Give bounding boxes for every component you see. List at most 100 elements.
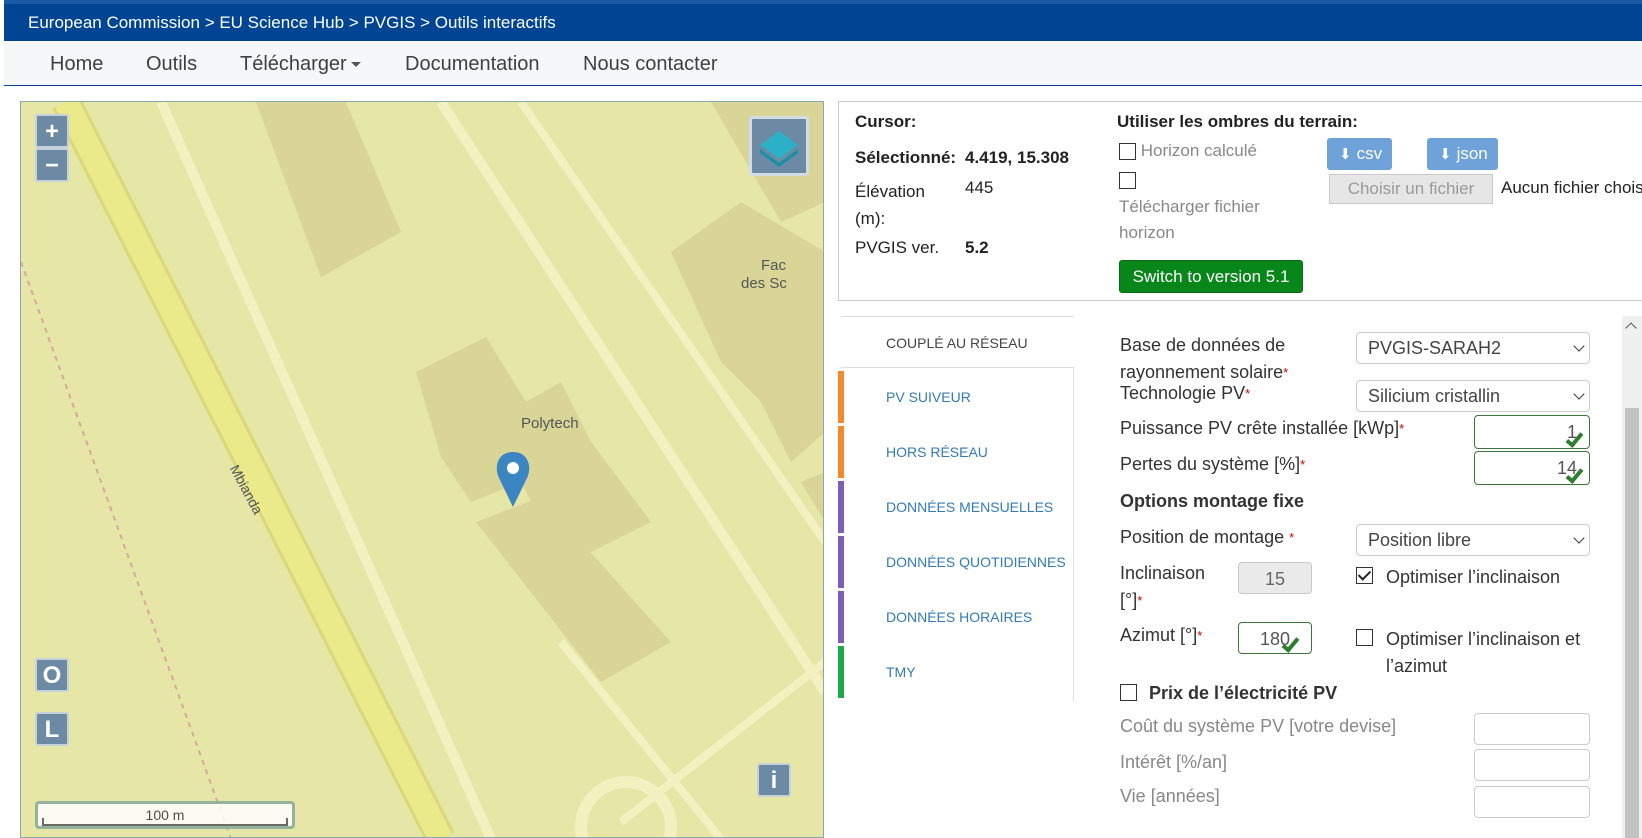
- choose-file-button[interactable]: Choisir un fichier: [1329, 174, 1493, 204]
- system-loss-label: Pertes du système [%]*: [1120, 451, 1305, 478]
- lifetime-label: Vie [années]: [1120, 786, 1220, 806]
- required-mark: *: [1283, 365, 1289, 380]
- system-cost-input[interactable]: [1474, 713, 1590, 745]
- location-info-panel: Cursor: Sélectionné: 4.419, 15.308 Éléva…: [838, 101, 1642, 301]
- scale-bar: 100 m: [35, 801, 295, 829]
- poi-label: Polytech: [521, 415, 579, 432]
- required-mark: *: [1300, 457, 1306, 472]
- main-nav: Home Outils Télécharger Documentation No…: [4, 41, 1642, 86]
- tool-tabs: COUPLÉ AU RÉSEAU PV SUIVEUR HORS RÉSEAU …: [838, 316, 1074, 702]
- download-json-button[interactable]: ⬇ json: [1427, 138, 1498, 170]
- system-loss-text: Pertes du système [%]: [1120, 454, 1301, 474]
- interest-input[interactable]: [1474, 749, 1590, 781]
- breadcrumb[interactable]: European Commission > EU Science Hub > P…: [4, 0, 1642, 41]
- switch-version-button[interactable]: Switch to version 5.1: [1119, 260, 1303, 293]
- scroll-thumb[interactable]: [1625, 408, 1639, 838]
- peak-power-input[interactable]: 1: [1474, 415, 1590, 449]
- chevron-down-icon: [1573, 388, 1585, 400]
- horizon-calc-option[interactable]: Horizon calculé: [1119, 141, 1257, 161]
- azimuth-input[interactable]: 180: [1238, 622, 1312, 654]
- cursor-label: Cursor:: [855, 112, 917, 131]
- tab-tmy[interactable]: TMY: [838, 646, 1074, 698]
- download-icon: ⬇: [1339, 146, 1352, 163]
- tab-daily-data[interactable]: DONNÉES QUOTIDIENNES: [838, 536, 1074, 588]
- optimize-both-checkbox[interactable]: [1356, 629, 1373, 646]
- mount-position-select[interactable]: Position libre: [1356, 524, 1590, 556]
- zoom-in-button[interactable]: +: [35, 114, 69, 148]
- map-info-button[interactable]: i: [757, 763, 791, 797]
- system-cost-label: Coût du système PV [votre devise]: [1120, 716, 1397, 736]
- elevation-label: Élévation (m):: [855, 182, 925, 228]
- peak-power-label: Puissance PV crête installée [kWp]*: [1120, 415, 1404, 442]
- azimuth-label: Azimut [°]*: [1120, 622, 1202, 649]
- elevation-value: 445: [965, 178, 994, 197]
- pv-tech-select[interactable]: Silicium cristallin: [1356, 380, 1590, 412]
- selected-value: 4.419, 15.308: [965, 148, 1069, 167]
- grid-connected-form: Base de données de rayonnement solaire* …: [1074, 316, 1622, 838]
- nav-contact[interactable]: Nous contacter: [583, 53, 718, 76]
- no-file-label: Aucun fichier choisi: [1501, 178, 1642, 197]
- tab-hourly-data[interactable]: DONNÉES HORAIRES: [838, 591, 1074, 643]
- pv-tech-label: Technologie PV*: [1120, 380, 1250, 407]
- version-label: PVGIS ver.: [855, 238, 940, 257]
- slope-input[interactable]: 15: [1238, 562, 1312, 594]
- mount-position-text: Position de montage: [1120, 527, 1285, 547]
- fixed-mount-title: Options montage fixe: [1120, 491, 1305, 511]
- radiation-db-label: Base de données de rayonnement solaire*: [1120, 332, 1320, 386]
- scale-label: 100 m: [145, 807, 185, 823]
- nav-download[interactable]: Télécharger: [240, 53, 361, 76]
- pv-price-checkbox[interactable]: [1120, 684, 1137, 701]
- selected-label: Sélectionné:: [855, 148, 957, 167]
- peak-power-text: Puissance PV crête installée [kWp]: [1120, 418, 1400, 438]
- optimize-slope-label: Optimiser l’inclinaison: [1386, 567, 1561, 587]
- map-o-button[interactable]: O: [35, 658, 69, 692]
- scroll-up-icon[interactable]: [1625, 322, 1637, 334]
- required-mark: *: [1289, 530, 1295, 545]
- terrain-shadows-title: Utiliser les ombres du terrain:: [1117, 112, 1358, 131]
- tab-tracking-pv[interactable]: PV SUIVEUR: [838, 371, 1074, 423]
- horizon-calc-label: Horizon calculé: [1140, 141, 1257, 160]
- slope-label: Inclinaison [°]*: [1120, 560, 1230, 614]
- json-label: json: [1456, 144, 1488, 163]
- required-mark: *: [1197, 628, 1203, 643]
- slope-text: Inclinaison [°]: [1120, 563, 1206, 610]
- required-mark: *: [1137, 593, 1143, 608]
- optimize-both-label: Optimiser l’inclinaison et l’azimut: [1386, 629, 1581, 676]
- nav-tools[interactable]: Outils: [146, 53, 197, 76]
- lifetime-input[interactable]: [1474, 786, 1590, 818]
- zoom-out-button[interactable]: −: [35, 148, 69, 182]
- layers-icon: [760, 131, 798, 167]
- radiation-db-value: PVGIS-SARAH2: [1368, 338, 1502, 358]
- upload-horizon-checkbox[interactable]: [1119, 172, 1136, 189]
- pv-price-title: Prix de l’électricité PV: [1149, 683, 1338, 703]
- required-mark: *: [1399, 421, 1405, 436]
- map-view[interactable]: Polytech Mbianda Fac des Sc + − O L 100 …: [20, 101, 824, 838]
- interest-label: Intérêt [%/an]: [1120, 752, 1228, 772]
- tab-grid-connected[interactable]: COUPLÉ AU RÉSEAU: [838, 316, 1074, 368]
- azimuth-text: Azimut [°]: [1120, 625, 1198, 645]
- download-csv-button[interactable]: ⬇ csv: [1327, 138, 1393, 170]
- layers-button[interactable]: [749, 116, 809, 176]
- chevron-down-icon: [1573, 340, 1585, 352]
- horizon-calc-checkbox[interactable]: [1119, 143, 1136, 161]
- edge-label-1: Fac: [761, 257, 787, 274]
- pv-tech-text: Technologie PV: [1120, 383, 1246, 403]
- map-l-button[interactable]: L: [35, 712, 69, 746]
- tab-monthly-data[interactable]: DONNÉES MENSUELLES: [838, 481, 1074, 533]
- mount-position-label: Position de montage *: [1120, 524, 1294, 551]
- optimize-slope-checkbox[interactable]: [1356, 567, 1373, 584]
- tab-off-grid[interactable]: HORS RÉSEAU: [838, 426, 1074, 478]
- mount-position-value: Position libre: [1368, 530, 1472, 550]
- pvgis-page: European Commission > EU Science Hub > P…: [0, 0, 1642, 838]
- radiation-db-select[interactable]: PVGIS-SARAH2: [1356, 332, 1590, 364]
- form-scrollbar[interactable]: [1622, 316, 1642, 838]
- breadcrumb-text[interactable]: European Commission > EU Science Hub > P…: [28, 13, 556, 32]
- download-icon: ⬇: [1439, 146, 1452, 163]
- radiation-db-text: Base de données de rayonnement solaire: [1120, 335, 1286, 382]
- map-tiles[interactable]: [21, 102, 824, 838]
- nav-documentation[interactable]: Documentation: [405, 53, 540, 76]
- system-loss-input[interactable]: 14: [1474, 451, 1590, 485]
- required-mark: *: [1245, 386, 1251, 401]
- nav-download-label[interactable]: Télécharger: [240, 53, 347, 75]
- nav-home[interactable]: Home: [50, 53, 103, 76]
